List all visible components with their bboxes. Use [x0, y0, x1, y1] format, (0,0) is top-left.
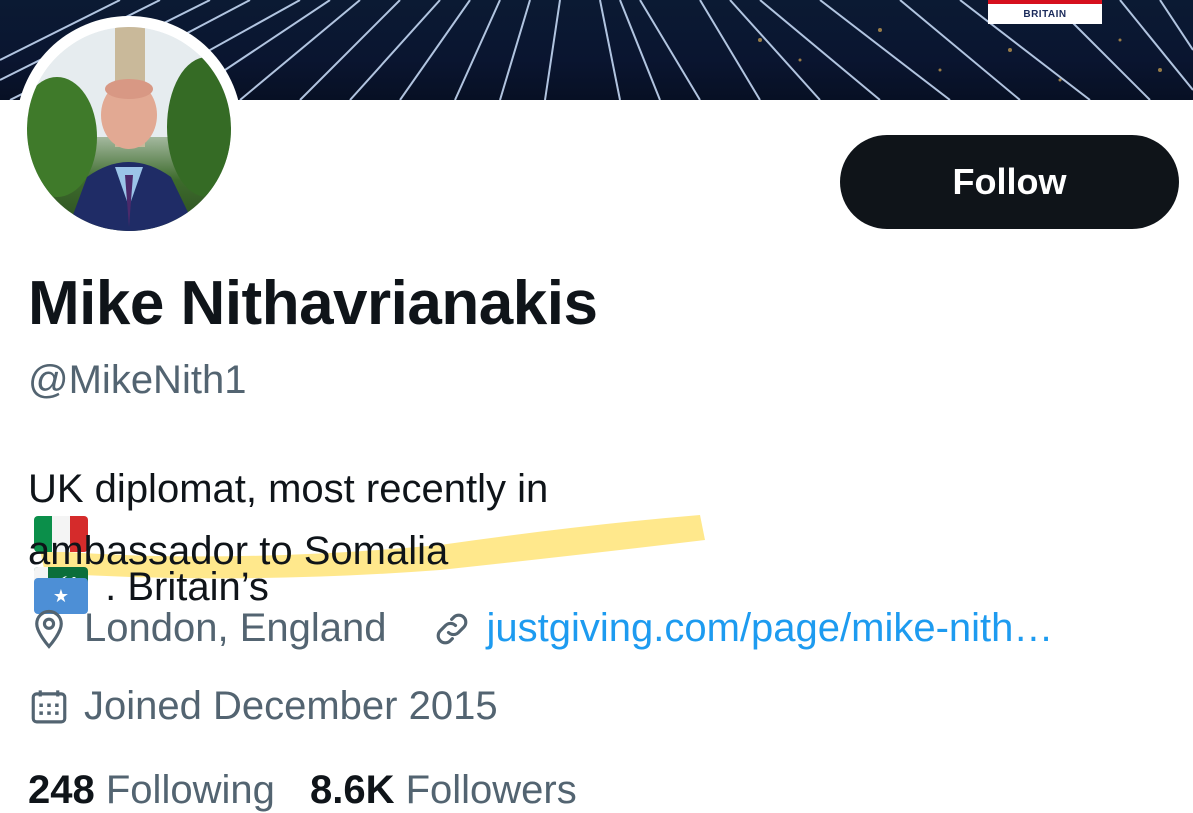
calendar-icon [31, 689, 67, 723]
bio-line-2: ambassador to Somalia ★ [28, 520, 1168, 614]
user-handle: @MikeNith1 [28, 358, 247, 402]
avatar[interactable] [16, 16, 242, 242]
display-name: Mike Nithavrianakis [28, 269, 598, 338]
followers-link[interactable]: 8.6K Followers [310, 768, 577, 812]
avatar-photo [27, 27, 231, 231]
following-label: Following [105, 768, 275, 812]
joined-row: Joined December 2015 [28, 684, 498, 729]
profile-meta-row: London, England justgiving.com/page/mike… [28, 606, 1053, 651]
bio-text: ambassador to Somalia [28, 529, 449, 573]
follow-button[interactable]: Follow [840, 135, 1179, 229]
bio-text: UK diplomat, most recently in [28, 467, 549, 511]
follow-stats: 248 Following 8.6K Followers [28, 768, 577, 813]
location-icon [35, 609, 63, 649]
following-count: 248 [28, 768, 95, 812]
brand-badge: BRITAIN [988, 0, 1102, 24]
profile-bio: UK diplomat, most recently in . Britain’… [28, 458, 1168, 614]
website-link[interactable]: justgiving.com/page/mike-nith… [487, 606, 1054, 651]
joined-date: Joined December 2015 [84, 684, 498, 728]
following-link[interactable]: 248 Following [28, 768, 286, 812]
bio-line-1: UK diplomat, most recently in . Britain’… [28, 458, 1168, 609]
followers-count: 8.6K [309, 768, 395, 812]
link-icon [436, 613, 467, 644]
location-text: London, England [84, 606, 387, 650]
followers-label: Followers [405, 768, 577, 812]
